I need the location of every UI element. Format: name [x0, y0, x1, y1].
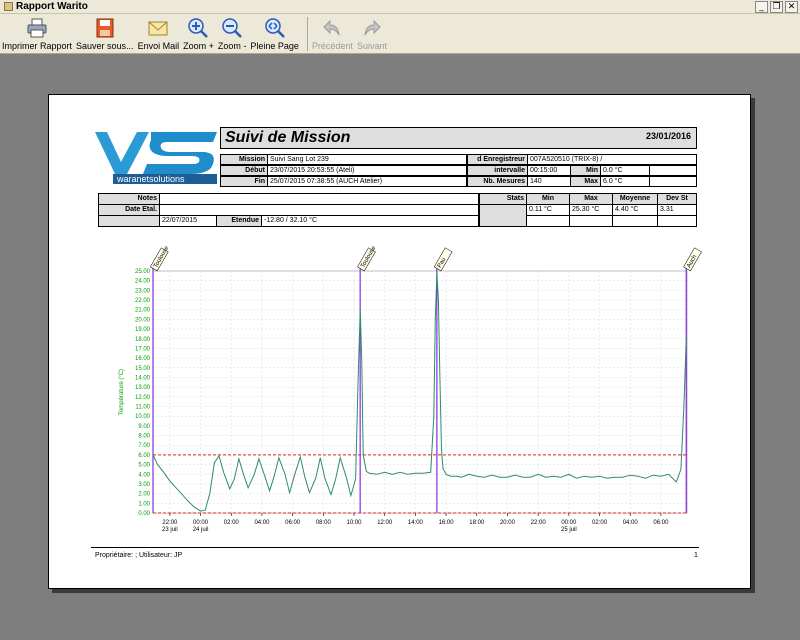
page-number: 1: [694, 552, 698, 559]
y-tick-label: 14.00: [135, 375, 151, 381]
forward-arrow-icon: [364, 19, 381, 36]
y-tick-label: 0.00: [138, 511, 150, 517]
x-tick-label: 08:00: [316, 520, 332, 526]
y-tick-label: 16.00: [135, 356, 151, 362]
event-marker-label: Pau: [433, 247, 453, 272]
y-tick-label: 1.00: [138, 501, 150, 507]
x-tick-label: 22:00: [162, 520, 178, 526]
event-marker-label: Toulouse: [149, 245, 171, 272]
x-tick-label: 14:00: [408, 520, 424, 526]
y-tick-label: 9.00: [138, 424, 150, 430]
x-tick-label: 04:00: [254, 520, 270, 526]
event-marker-label: Toulouse: [357, 245, 378, 272]
previous-button[interactable]: Précédent: [312, 14, 353, 51]
toolbar-separator: [306, 17, 308, 51]
x-tick-label: 10:00: [347, 520, 363, 526]
event-marker-label: Auch: [683, 247, 702, 272]
y-tick-label: 5.00: [138, 463, 150, 469]
zoom-out-button[interactable]: Zoom -: [218, 14, 246, 51]
x-tick-label: 02:00: [592, 520, 608, 526]
x-tick-label: 12:00: [377, 520, 393, 526]
x-tick-label: 00:00: [193, 520, 209, 526]
x-tick-label: 04:00: [623, 520, 639, 526]
window-title-bar: Rapport Warito _ ❐ ✕: [0, 0, 800, 14]
back-arrow-icon: [323, 19, 340, 36]
x-tick-label: 02:00: [224, 520, 240, 526]
close-button[interactable]: ✕: [785, 1, 798, 13]
y-tick-label: 22.00: [135, 298, 151, 304]
send-mail-button[interactable]: Envoi Mail: [138, 14, 179, 51]
toolbar: Imprimer Rapport Sauver sous... Envoi Ma…: [0, 14, 800, 54]
footer-divider: [91, 547, 699, 548]
x-tick-date-label: 25 juil: [561, 527, 577, 533]
minimize-button[interactable]: _: [755, 1, 768, 13]
y-tick-label: 24.00: [135, 279, 151, 285]
y-tick-label: 3.00: [138, 482, 150, 488]
x-tick-label: 16:00: [439, 520, 455, 526]
y-tick-label: 18.00: [135, 337, 151, 343]
printer-icon: [27, 18, 47, 38]
y-tick-label: 19.00: [135, 327, 151, 333]
x-tick-date-label: 23 juil: [162, 527, 178, 533]
x-tick-label: 06:00: [653, 520, 669, 526]
zoom-out-icon: [222, 18, 242, 38]
temperature-chart: 0.00 1.00 2.00 3.00 4.00 5.00 6.00 7.00 8.00 9.00…: [119, 245, 702, 533]
x-tick-label: 00:00: [561, 520, 577, 526]
y-tick-label: 23.00: [135, 288, 151, 294]
y-tick-label: 10.00: [135, 414, 151, 420]
y-tick-label: 2.00: [138, 492, 150, 498]
svg-text:Auch: Auch: [686, 254, 698, 269]
x-tick-label: 22:00: [531, 520, 547, 526]
y-tick-label: 25.00: [135, 269, 151, 275]
zoom-in-icon: [188, 18, 209, 38]
y-tick-label: 4.00: [138, 472, 150, 478]
save-disk-icon: [96, 18, 114, 38]
y-tick-label: 13.00: [135, 385, 151, 391]
footer-text: Propriétaire: ; Utilisateur: JP: [95, 552, 183, 559]
report-page: waranetsolutions Suivi de Mission 23/01/…: [48, 94, 751, 589]
y-tick-label: 21.00: [135, 308, 151, 314]
y-tick-label: 20.00: [135, 317, 151, 323]
y-tick-label: 6.00: [138, 453, 150, 459]
next-button[interactable]: Suivant: [357, 14, 387, 51]
y-tick-label: 15.00: [135, 366, 151, 372]
app-icon: [4, 2, 13, 11]
y-tick-label: 11.00: [135, 405, 150, 411]
window-title: Rapport Warito: [16, 1, 88, 12]
y-tick-label: 8.00: [138, 434, 150, 440]
full-page-zoom-icon: [264, 18, 285, 38]
restore-button[interactable]: ❐: [770, 1, 783, 13]
y-tick-label: 7.00: [138, 443, 150, 449]
x-tick-label: 06:00: [285, 520, 301, 526]
x-tick-label: 18:00: [469, 520, 485, 526]
print-button[interactable]: Imprimer Rapport: [2, 14, 72, 51]
plot-area: [152, 270, 688, 514]
x-tick-date-label: 24 juil: [193, 527, 209, 533]
x-tick-label: 20:00: [500, 520, 516, 526]
save-as-button[interactable]: Sauver sous...: [76, 14, 134, 51]
zoom-in-button[interactable]: Zoom +: [183, 14, 214, 51]
y-tick-label: 17.00: [135, 346, 151, 352]
full-page-button[interactable]: Pleine Page: [250, 14, 299, 51]
y-axis-label: Température (°C): [119, 369, 125, 415]
mail-icon: [148, 21, 168, 36]
y-tick-label: 12.00: [135, 395, 151, 401]
